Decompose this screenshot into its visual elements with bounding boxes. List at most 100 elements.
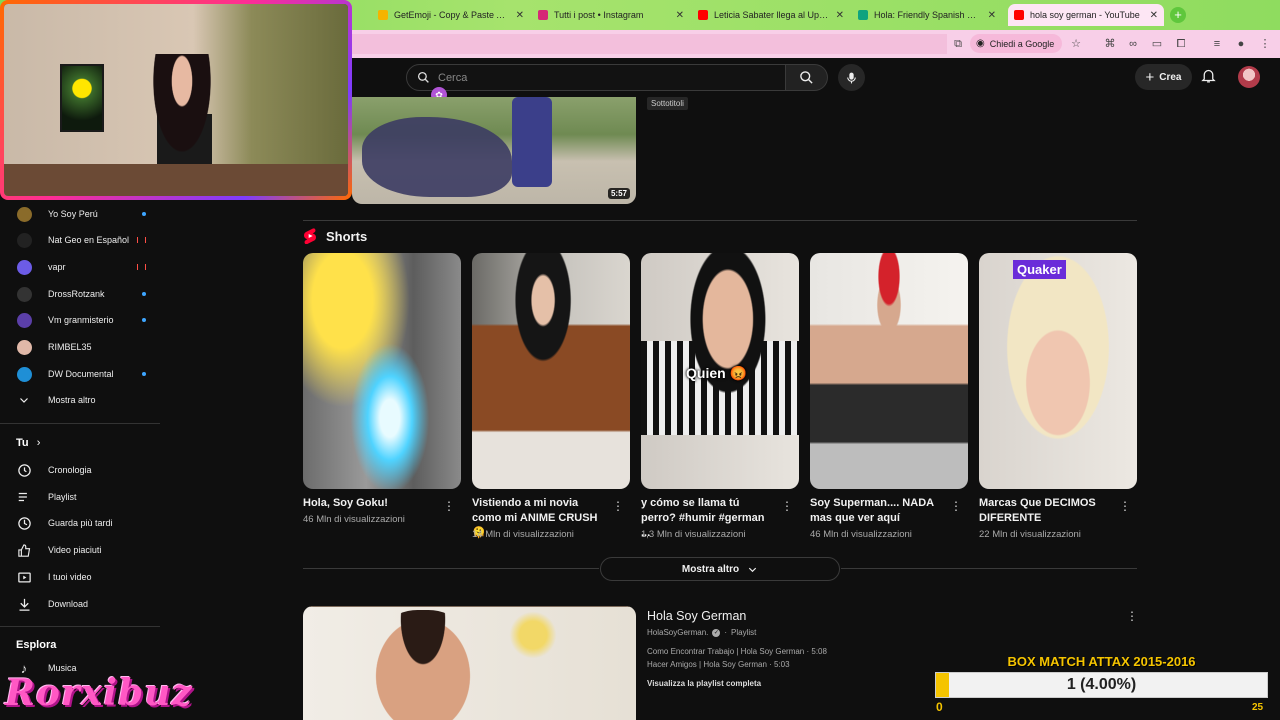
sidebar-channel[interactable]: DW Documental [16,363,146,385]
new-tab-button[interactable]: + [1170,7,1186,23]
history-icon [16,462,32,478]
channel-name: vapr [48,262,66,272]
search-input[interactable] [438,71,768,84]
sidebar-divider [0,626,160,627]
video-thumbnail[interactable]: 5:57 [352,97,636,204]
desk [4,164,348,196]
close-icon[interactable]: ✕ [836,10,844,21]
separator-dot: · [724,628,728,637]
goal-progress-label: 1 (4.00%) [1066,676,1137,693]
ask-google-label: Chiedi a Google [989,38,1055,49]
profile-icon[interactable]: ● [1233,36,1249,52]
extensions-icon[interactable]: ⧠ [1173,36,1189,52]
playlist-icon [16,489,32,505]
sidebar-channel[interactable]: Nat Geo en Español [16,229,146,251]
short-thumbnail[interactable] [303,253,461,489]
sidebar-item-watch-later[interactable]: Guarda più tardi [16,512,146,534]
live-icon [137,237,146,243]
sidebar-channel[interactable]: Vm granmisterio [16,309,146,331]
more-options-icon[interactable]: ⋮ [950,499,962,513]
sidebar-you-heading[interactable]: Tu › [16,437,40,449]
short-thumbnail[interactable] [472,253,630,489]
cast-icon[interactable]: ⧉ [950,36,966,52]
playlist-title[interactable]: Hola Soy German [647,609,746,623]
more-options-icon[interactable]: ⋮ [443,499,455,513]
search-box[interactable] [406,64,786,91]
account-avatar[interactable] [1238,66,1260,88]
more-options-icon[interactable]: ⋮ [1126,609,1138,623]
link-icon[interactable]: ∞ [1125,36,1141,52]
playlist-video-item[interactable]: Hacer Amigos | Hola Soy German · 5:03 [647,660,790,669]
channel-avatar [16,232,32,248]
sidebar-item-label: I tuoi video [48,572,92,582]
goal-progress-bar: 1 (4.00%) [935,672,1268,698]
close-icon[interactable]: ✕ [988,10,996,21]
notifications-bell-icon[interactable] [1200,67,1217,89]
kebab-menu-icon[interactable]: ⋮ [1257,36,1273,52]
address-bar[interactable] [352,34,947,54]
playlist-thumbnail[interactable] [303,606,636,720]
browser-tab[interactable]: Tutti i post • Instagram ✕ [532,4,690,26]
reader-icon[interactable]: ▭ [1149,36,1165,52]
playlist-video-item[interactable]: Como Encontrar Trabajo | Hola Soy German… [647,647,827,656]
clock-icon [16,515,32,531]
browser-tab[interactable]: Hola: Friendly Spanish Greeti ✕ [852,4,1002,26]
short-card[interactable]: Hola, Soy Goku! 46 Mln di visualizzazion… [303,253,461,525]
shorts-show-more-button[interactable]: Mostra altro [600,557,840,581]
sidebar-channel[interactable]: DrossRotzank [16,283,146,305]
bookmark-star-icon[interactable]: ☆ [1068,36,1084,52]
chevron-right-icon: › [36,437,41,449]
sidebar-item-liked-videos[interactable]: Video piaciuti [16,539,146,561]
thumbnail-image [503,610,563,660]
more-options-icon[interactable]: ⋮ [612,499,624,513]
short-thumbnail[interactable]: Quaker [979,253,1137,489]
browser-tab[interactable]: Leticia Sabater llega al Upsid ✕ [692,4,850,26]
short-title[interactable]: Soy Superman.... NADA mas que ver aquí [810,496,940,526]
streamer-brand-logo: Rorxibuz [5,672,193,714]
close-icon[interactable]: ✕ [516,10,524,21]
browser-tab-active[interactable]: hola soy german - YouTube ✕ [1008,4,1164,26]
close-icon[interactable]: ✕ [1150,10,1158,21]
subtitles-badge: Sottotitoli [647,97,688,110]
sidebar-item-label: Download [48,599,89,609]
sidebar-item-download[interactable]: Download [16,593,146,615]
sidebar-item-your-videos[interactable]: I tuoi video [16,566,146,588]
browser-tab[interactable]: GetEmoji - Copy & Paste All E ✕ [372,4,530,26]
sidebar-show-more[interactable]: Mostra altro [16,389,146,411]
more-options-icon[interactable]: ⋮ [1119,499,1131,513]
sidebar-channel[interactable]: Yo Soy Perú [16,203,146,225]
channel-name: Nat Geo en Español [48,235,130,245]
channel-name: DrossRotzank [48,289,105,299]
short-card[interactable]: Quaker Marcas Que DECIMOS DIFERENTE 22 M… [979,253,1137,540]
channel-avatar-icon [16,259,32,275]
thumbs-up-icon [16,542,32,558]
search-button[interactable] [786,64,828,91]
create-button[interactable]: + Crea [1135,64,1192,90]
translate-icon[interactable]: ⌘ [1102,36,1118,52]
short-thumbnail[interactable] [810,253,968,489]
sidebar-channel[interactable]: vapr [16,256,146,278]
short-card[interactable]: Soy Superman.... NADA mas que ver aquí 4… [810,253,968,540]
short-views: 1,3 Mln di visualizzazioni [641,529,746,540]
streamer-webcam [0,0,352,200]
sidebar-channel[interactable]: RIMBEL35 [16,336,146,358]
microphone-icon [847,72,856,83]
short-title[interactable]: Hola, Soy Goku! [303,496,433,511]
close-icon[interactable]: ✕ [676,10,684,21]
view-full-playlist-link[interactable]: Visualizza la playlist completa [647,679,761,688]
create-label: Crea [1159,71,1182,83]
ask-google-button[interactable]: ◉ Chiedi a Google [970,34,1063,53]
tab-favicon [1014,10,1024,20]
short-thumbnail[interactable]: Quien 😡 [641,253,799,489]
sidebar-item-playlist[interactable]: Playlist [16,486,146,508]
sidebar-item-history[interactable]: Cronologia [16,459,146,481]
chevron-down-icon [748,567,757,572]
playlist-channel[interactable]: HolaSoyGerman. [647,628,708,637]
short-card[interactable]: Vistiendo a mi novia como mi ANIME CRUSH… [472,253,630,540]
voice-search-button[interactable] [838,64,865,91]
more-options-icon[interactable]: ⋮ [781,499,793,513]
short-card[interactable]: Quien 😡 y cómo se llama tú perro? #humir… [641,253,799,540]
media-icon[interactable]: ≡ [1209,36,1225,52]
short-title[interactable]: Marcas Que DECIMOS DIFERENTE [979,496,1109,526]
section-divider [303,568,599,569]
